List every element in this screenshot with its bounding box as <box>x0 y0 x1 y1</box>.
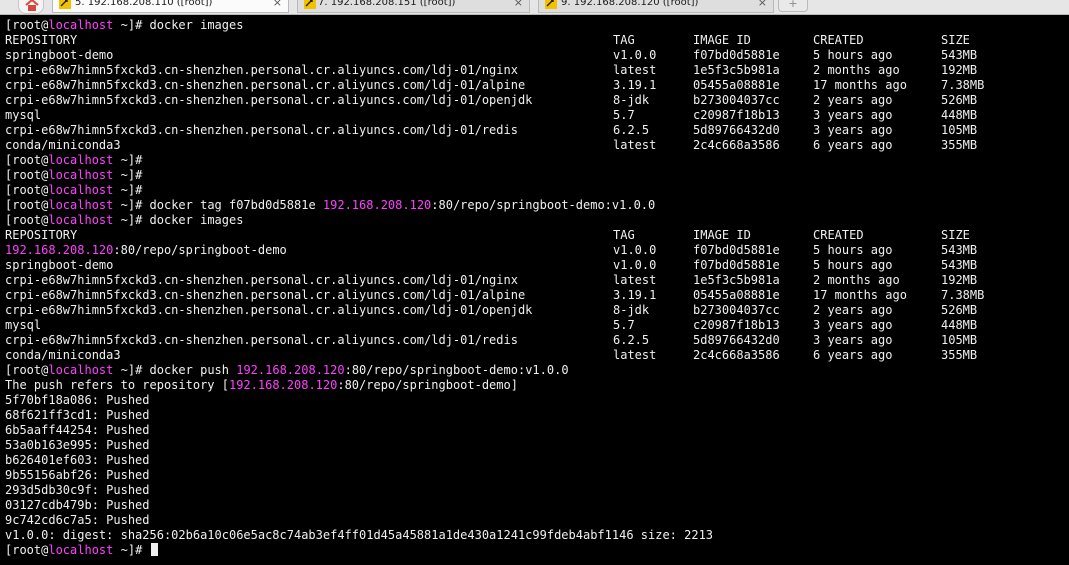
prompt-host: localhost <box>48 153 114 167</box>
push-layer-line: 03127cdb479b: Pushed <box>5 498 150 512</box>
tab-label: 5. 192.168.208.110 ([root]) <box>75 0 213 8</box>
table-header: REPOSITORY TAG IMAGE ID CREATED SIZE <box>5 228 970 242</box>
home-icon <box>25 0 39 11</box>
table-row: mysql 5.7 c20987f18b13 3 years ago 448MB <box>5 318 978 332</box>
command-line: [root@localhost ~]# docker images <box>5 18 244 32</box>
plus-icon: + <box>788 0 798 10</box>
home-button[interactable] <box>18 0 44 14</box>
command-line: [root@localhost ~]# docker tag f07bd0d58… <box>5 198 656 212</box>
prompt-host: localhost <box>48 183 114 197</box>
table-row: mysql 5.7 c20987f18b13 3 years ago 448MB <box>5 108 978 122</box>
table-header: REPOSITORY TAG IMAGE ID CREATED SIZE <box>5 33 970 47</box>
table-row: 192.168.208.120:80/repo/springboot-demo v… <box>5 243 978 257</box>
table-row: crpi-e68w7himn5fxckd3.cn-shenzhen.person… <box>5 273 978 287</box>
prompt-host: localhost <box>48 543 114 557</box>
prompt-line: [root@localhost ~]# <box>5 153 150 167</box>
prompt-host: localhost <box>48 363 114 377</box>
terminal-output[interactable]: [root@localhost ~]# docker images REPOSI… <box>0 15 1069 565</box>
prompt-host: localhost <box>48 168 114 182</box>
registry-ip: 192.168.208.120 <box>5 243 114 257</box>
close-icon[interactable]: × <box>758 0 767 10</box>
active-prompt-line[interactable]: [root@localhost ~]# <box>5 543 713 558</box>
tab-session-7[interactable]: 7. 192.168.208.151 ([root]) × <box>297 0 530 13</box>
push-layer-line: 6b5aaff44254: Pushed <box>5 423 150 437</box>
prompt-host: localhost <box>48 213 114 227</box>
text-cursor <box>150 543 158 556</box>
push-layer-line: 9b55156abf26: Pushed <box>5 468 150 482</box>
registry-ip: 192.168.208.120 <box>322 198 432 212</box>
table-row: conda/miniconda3 latest 2c4c668a3586 6 year… <box>5 138 978 152</box>
table-row: conda/miniconda3 latest 2c4c668a3586 6 year… <box>5 348 978 362</box>
table-row: crpi-e68w7himn5fxckd3.cn-shenzhen.person… <box>5 303 978 317</box>
prompt-line: [root@localhost ~]# <box>5 183 150 197</box>
registry-ip: 192.168.208.120 <box>236 363 345 377</box>
close-icon[interactable]: × <box>273 0 282 10</box>
tab-session-5[interactable]: 5. 192.168.208.110 ([root]) × <box>52 0 289 13</box>
command-text: docker images <box>149 213 244 227</box>
terminal-session-icon <box>545 0 557 9</box>
prompt-line: [root@localhost ~]# <box>5 168 150 182</box>
table-row: crpi-e68w7himn5fxckd3.cn-shenzhen.person… <box>5 123 978 137</box>
table-row: crpi-e68w7himn5fxckd3.cn-shenzhen.person… <box>5 93 978 107</box>
table-row: crpi-e68w7himn5fxckd3.cn-shenzhen.person… <box>5 63 978 77</box>
table-row: crpi-e68w7himn5fxckd3.cn-shenzhen.person… <box>5 288 985 302</box>
push-layer-line: 5f70bf18a086: Pushed <box>5 393 150 407</box>
push-output-line: The push refers to repository [192.168.2… <box>5 378 518 392</box>
digest-line: v1.0.0: digest: sha256:02b6a10c06e5ac8c7… <box>5 528 714 542</box>
table-row: crpi-e68w7himn5fxckd3.cn-shenzhen.person… <box>5 78 985 92</box>
terminal-session-icon <box>304 0 316 9</box>
terminal-session-icon <box>59 0 71 9</box>
command-text: docker images <box>149 18 244 32</box>
command-line: [root@localhost ~]# docker images <box>5 213 244 227</box>
command-line: [root@localhost ~]# docker push 192.168.… <box>5 363 569 377</box>
tab-label: 7. 192.168.208.151 ([root]) <box>318 0 456 8</box>
push-layer-line: 293d5db30c9f: Pushed <box>5 483 150 497</box>
table-row: springboot-demo v1.0.0 f07bd0d5881e 5 hours… <box>5 258 978 272</box>
new-tab-button[interactable]: + <box>778 0 808 12</box>
prompt-host: localhost <box>48 198 114 212</box>
prompt-host: localhost <box>48 18 114 32</box>
push-layer-line: b626401ef603: Pushed <box>5 453 150 467</box>
session-tab-bar: 5. 192.168.208.110 ([root]) × 7. 192.168… <box>0 0 1069 15</box>
push-layer-line: 68f621ff3cd1: Pushed <box>5 408 150 422</box>
table-row: crpi-e68w7himn5fxckd3.cn-shenzhen.person… <box>5 333 978 347</box>
tab-label: 9. 192.168.208.120 ([root]) <box>561 0 699 8</box>
close-icon[interactable]: × <box>514 0 523 10</box>
table-row: springboot-demo v1.0.0 f07bd0d5881e 5 hours… <box>5 48 978 62</box>
tab-session-9[interactable]: 9. 192.168.208.120 ([root]) × <box>538 0 774 13</box>
push-layer-line: 53a0b163e995: Pushed <box>5 438 150 452</box>
push-layer-line: 9c742cd6c7a5: Pushed <box>5 513 150 527</box>
registry-ip: 192.168.208.120 <box>228 378 338 392</box>
